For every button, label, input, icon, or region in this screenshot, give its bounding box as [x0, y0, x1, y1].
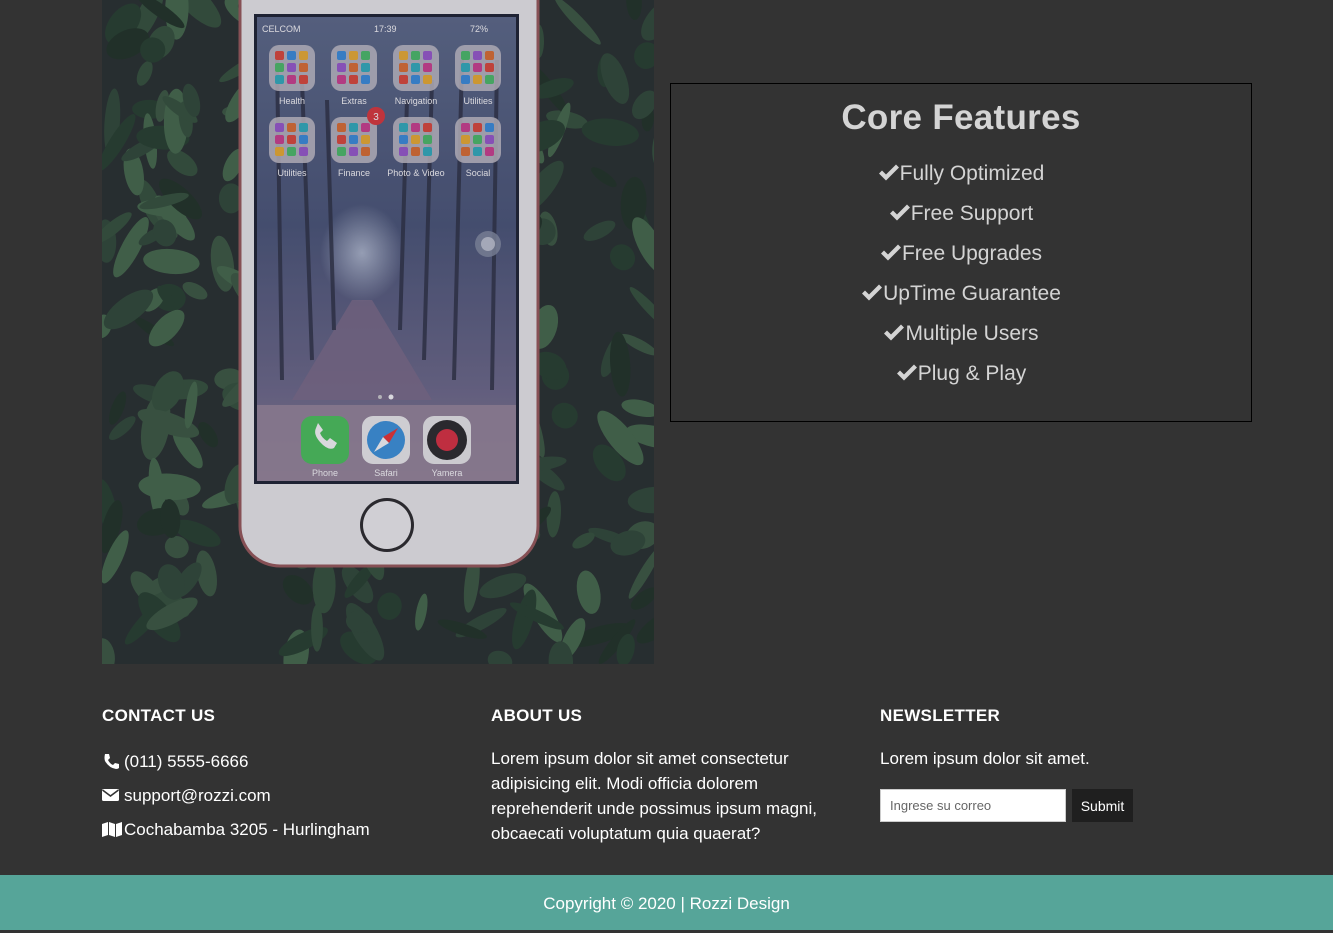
feature-item: Plug & Play [671, 361, 1251, 401]
contact-address-row: Cochabamba 3205 - Hurlingham [102, 819, 370, 841]
contact-phone[interactable]: (011) 5555-6666 [124, 752, 248, 771]
about-heading: ABOUT US [491, 706, 583, 725]
map-icon [102, 821, 122, 837]
feature-list: Fully Optimized Free Support Free Upgrades… [671, 161, 1251, 401]
feature-item: Free Support [671, 201, 1251, 241]
check-icon [878, 163, 900, 181]
check-icon [861, 283, 883, 301]
feature-label: Multiple Users [905, 322, 1039, 345]
check-icon [883, 323, 905, 341]
about-text: Lorem ipsum dolor sit amet consectetur a… [491, 749, 818, 843]
contact-section: CONTACT US (011) 5555-6666 support@rozzi… [102, 704, 462, 839]
newsletter-heading: NEWSLETTER [880, 706, 1001, 725]
core-features-card: Core Features Fully Optimized Free Suppor… [670, 83, 1252, 422]
feature-item: UpTime Guarantee [671, 281, 1251, 321]
feature-label: Free Support [910, 202, 1034, 225]
feature-label: Free Upgrades [901, 242, 1043, 265]
newsletter-text: Lorem ipsum dolor sit amet. [880, 749, 1090, 768]
contact-heading: CONTACT US [102, 706, 216, 725]
feature-label: Plug & Play [917, 362, 1027, 385]
feature-label: Fully Optimized [899, 162, 1045, 185]
newsletter-email-input[interactable] [880, 789, 1066, 822]
check-icon [896, 363, 918, 381]
phone-photo: CELCOM 17:39 72% Health Extras Navigation U… [102, 0, 654, 664]
copyright-bar: Copyright © 2020 | Rozzi Design [0, 875, 1333, 930]
envelope-icon [102, 787, 120, 803]
about-section: ABOUT US Lorem ipsum dolor sit amet cons… [491, 704, 831, 843]
phone-icon [102, 753, 120, 769]
check-icon [880, 243, 902, 261]
core-features-title: Core Features [841, 98, 1081, 137]
feature-label: UpTime Guarantee [883, 282, 1061, 305]
newsletter-form: Submit [880, 789, 1133, 822]
feature-item: Fully Optimized [671, 161, 1251, 201]
contact-phone-row: (011) 5555-6666 [102, 751, 248, 773]
copyright-text: Copyright © 2020 | Rozzi Design [543, 894, 790, 913]
contact-email-row: support@rozzi.com [102, 785, 271, 807]
check-icon [889, 203, 911, 221]
contact-address: Cochabamba 3205 - Hurlingham [124, 820, 370, 839]
feature-item: Free Upgrades [671, 241, 1251, 281]
newsletter-submit-button[interactable]: Submit [1072, 789, 1133, 822]
feature-item: Multiple Users [671, 321, 1251, 361]
contact-email[interactable]: support@rozzi.com [124, 786, 271, 805]
newsletter-section: NEWSLETTER Lorem ipsum dolor sit amet. S… [880, 704, 1180, 822]
